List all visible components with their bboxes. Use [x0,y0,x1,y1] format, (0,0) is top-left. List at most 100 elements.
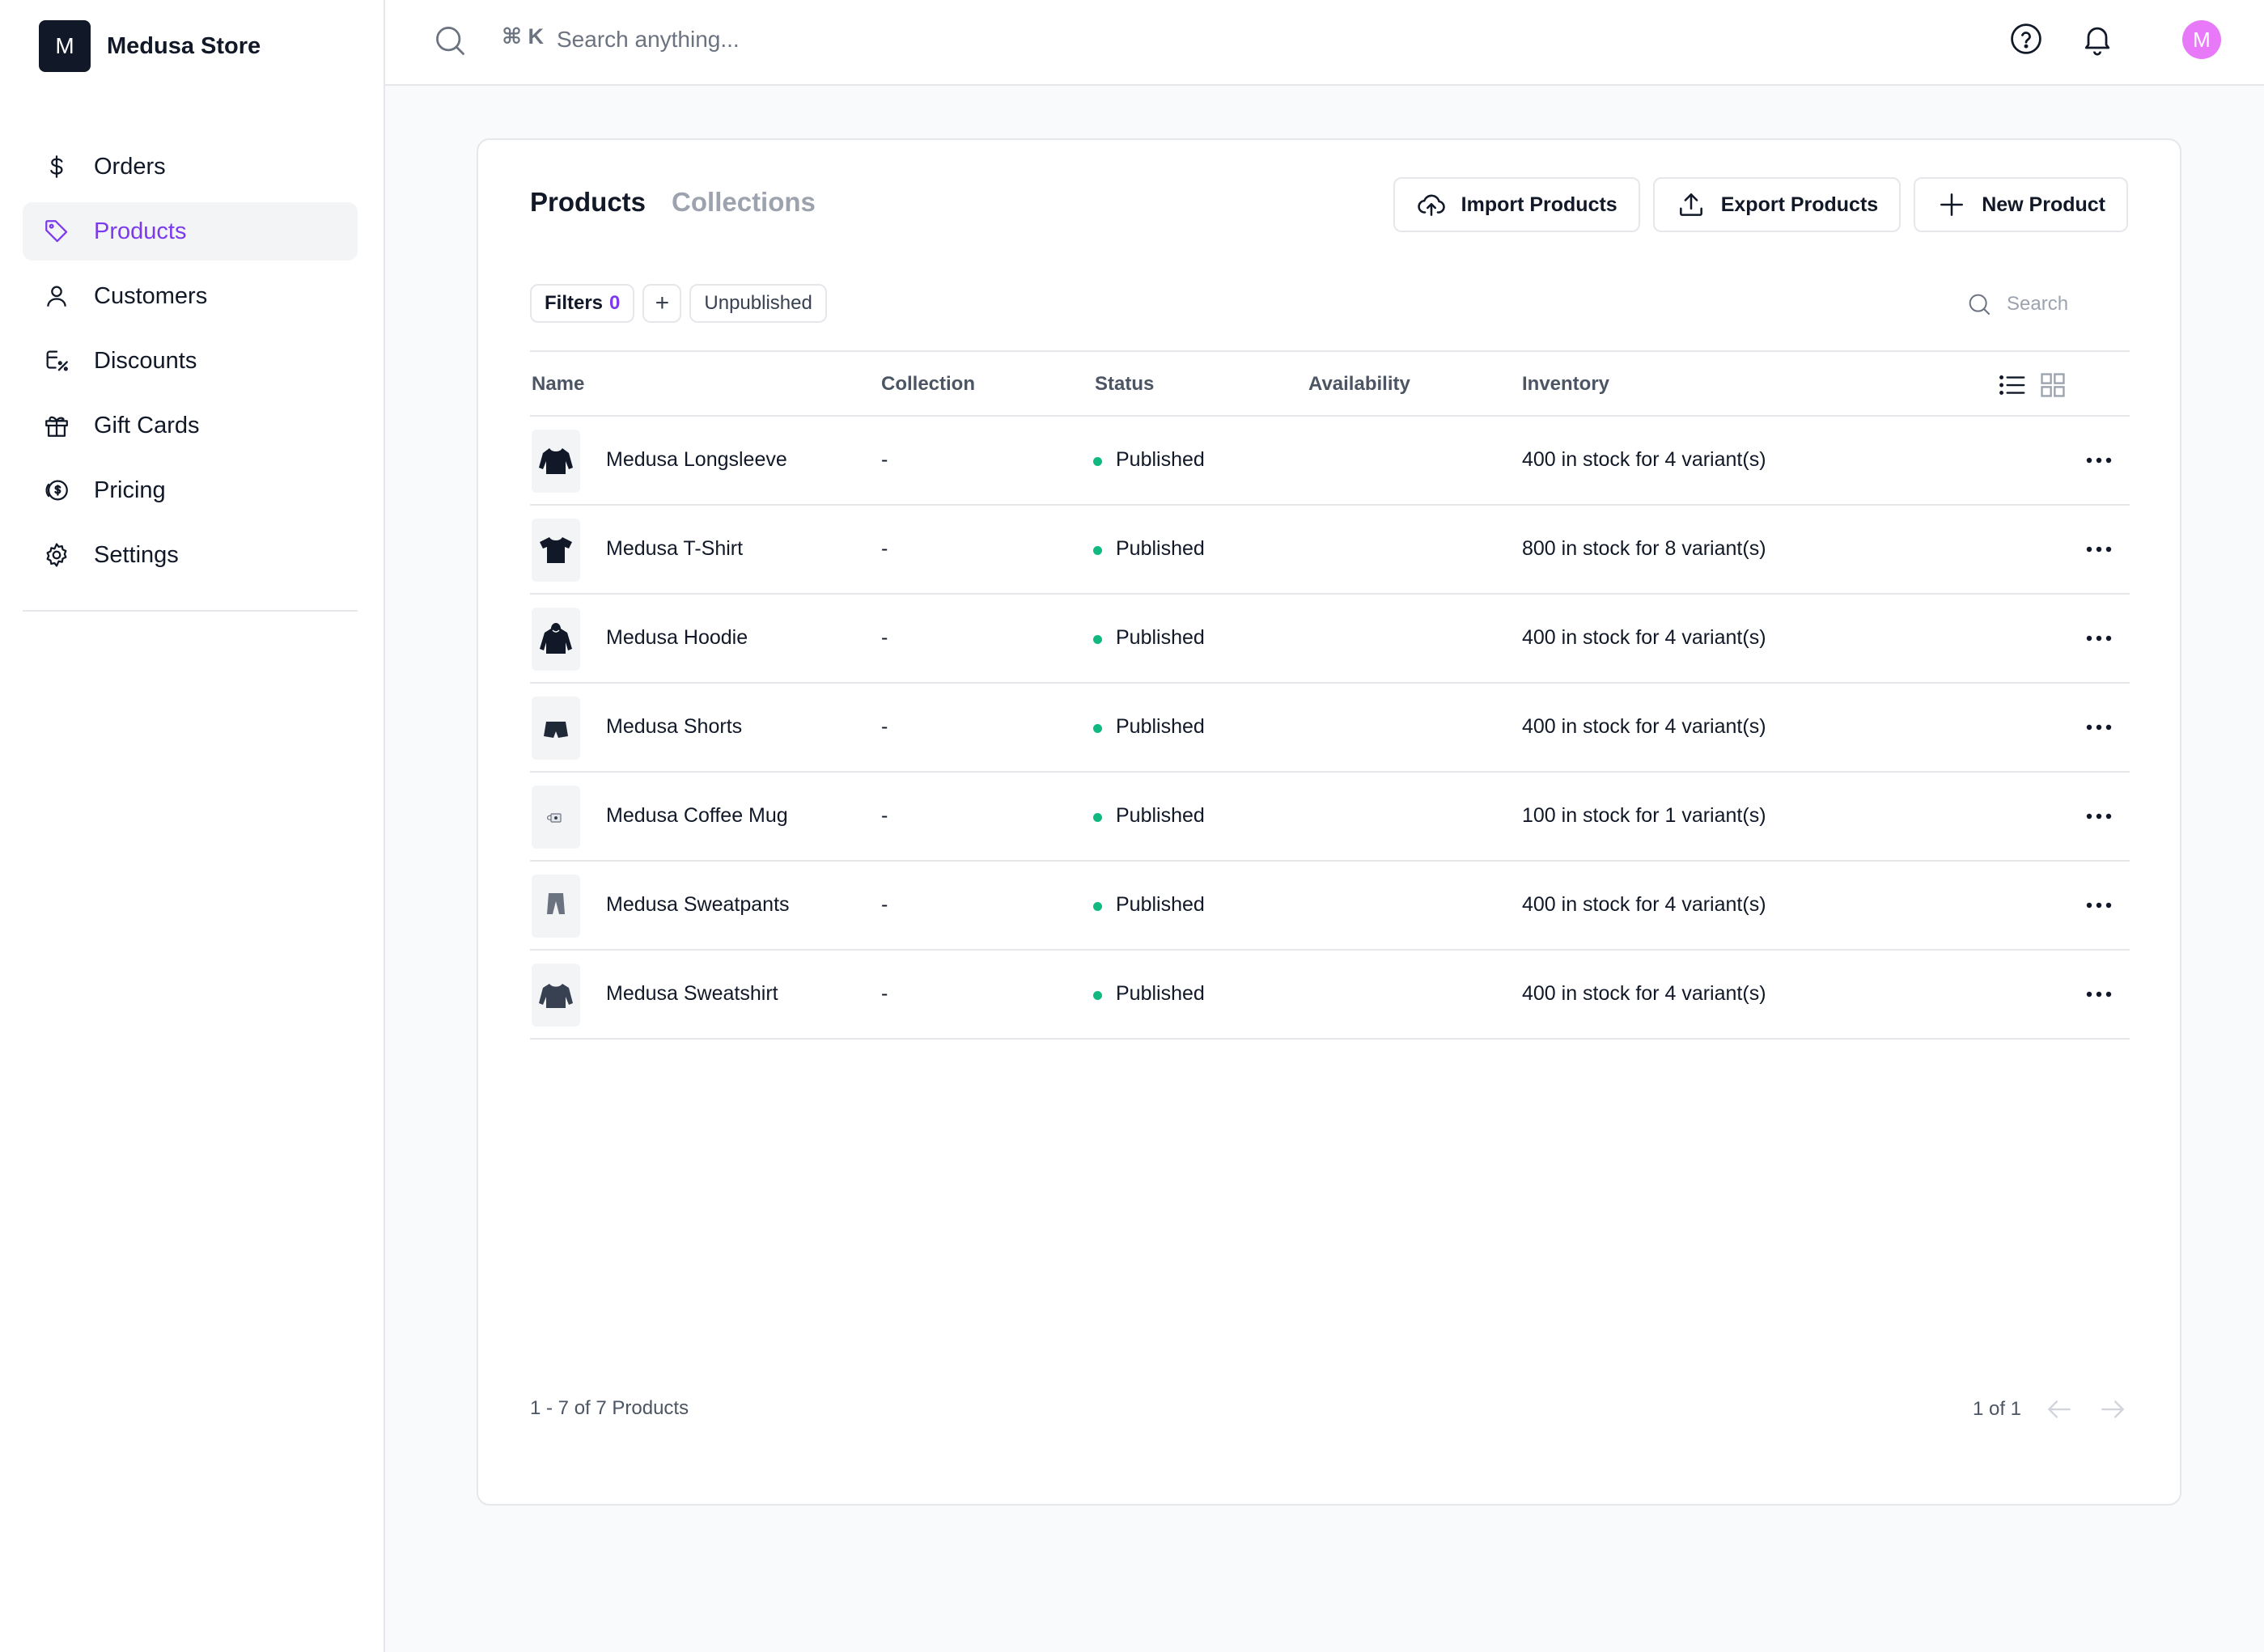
new-product-button[interactable]: New Product [1914,177,2128,232]
more-horizontal-icon [2086,724,2112,731]
export-products-label: Export Products [1720,193,1879,216]
sidebar-item-orders[interactable]: Orders [23,138,358,196]
product-status: Published [1116,893,1205,916]
sidebar-item-settings[interactable]: Settings [23,526,358,584]
product-collection: - [881,715,888,738]
row-actions-button[interactable] [2083,891,2115,920]
row-actions-button[interactable] [2083,713,2115,742]
sidebar-item-products[interactable]: Products [23,202,358,261]
table-row[interactable]: Medusa Coffee Mug - Published 100 in sto… [530,773,2130,862]
more-horizontal-icon [2086,813,2112,820]
store-brand[interactable]: M Medusa Store [39,20,261,72]
row-actions-button[interactable] [2083,446,2115,475]
table-row[interactable]: Medusa Hoodie - Published 400 in stock f… [530,595,2130,684]
arrow-left-icon[interactable] [2044,1394,2075,1425]
row-actions-button[interactable] [2083,535,2115,564]
column-header-availability: Availability [1308,373,1410,395]
filters-label: Filters [545,292,604,314]
dollar-icon [42,152,71,181]
product-status: Published [1116,626,1205,649]
sidebar-item-label: Pricing [94,477,166,503]
product-name: Medusa Shorts [606,715,743,738]
product-inventory: 400 in stock for 4 variant(s) [1522,715,1766,738]
longsleeve-icon [539,448,573,474]
page-indicator: 1 of 1 [1972,1398,2021,1420]
search-icon [1969,294,1990,315]
product-name: Medusa Coffee Mug [606,804,788,827]
status-dot [1093,991,1102,1000]
keyboard-shortcut-hint: ⌘ K [502,24,545,49]
help-icon[interactable] [2008,21,2044,57]
filters-button[interactable]: Filters 0 [530,284,635,323]
product-inventory: 800 in stock for 8 variant(s) [1522,537,1766,560]
sidebar-item-discounts[interactable]: Discounts [23,332,358,390]
sidebar-item-customers[interactable]: Customers [23,267,358,325]
tab-collections[interactable]: Collections [672,187,816,218]
status-dot [1093,546,1102,555]
product-inventory: 400 in stock for 4 variant(s) [1522,448,1766,471]
products-card: Products Collections Import Products Exp… [477,138,2181,1506]
sidebar-item-pricing[interactable]: Pricing [23,461,358,519]
gift-icon [42,411,71,440]
user-avatar[interactable]: M [2182,20,2221,59]
status-dot [1093,724,1102,733]
action-buttons: Import Products Export Products New Prod… [1393,177,2128,232]
sidebar-item-label: Customers [94,282,208,309]
sidebar: M Medusa Store Orders Products Customers [0,0,385,1652]
product-name: Medusa Hoodie [606,626,748,649]
hoodie-icon [540,623,572,654]
store-logo: M [39,20,91,72]
plus-icon [1940,193,1964,216]
import-products-button[interactable]: Import Products [1393,177,1640,232]
table-row[interactable]: Medusa Longsleeve - Published 400 in sto… [530,417,2130,506]
products-table: Name Collection Status Availability Inve… [530,350,2130,1040]
export-products-button[interactable]: Export Products [1652,177,1902,232]
table-row[interactable]: Medusa T-Shirt - Published 800 in stock … [530,506,2130,595]
more-horizontal-icon [2086,902,2112,909]
search-icon [436,27,464,55]
tab-products[interactable]: Products [530,187,646,218]
new-product-label: New Product [1982,193,2105,216]
sidebar-item-label: Gift Cards [94,412,200,438]
product-status: Published [1116,804,1205,827]
table-row[interactable]: Medusa Sweatpants - Published 400 in sto… [530,862,2130,951]
product-thumbnail [532,519,580,582]
more-horizontal-icon [2086,546,2112,553]
row-actions-button[interactable] [2083,980,2115,1009]
product-inventory: 400 in stock for 4 variant(s) [1522,982,1766,1005]
more-horizontal-icon [2086,457,2112,464]
sidebar-item-gift-cards[interactable]: Gift Cards [23,396,358,455]
product-collection: - [881,448,888,471]
column-header-name: Name [532,373,585,395]
store-name: Medusa Store [107,32,261,59]
table-row[interactable]: Medusa Shorts - Published 400 in stock f… [530,684,2130,773]
table-header: Name Collection Status Availability Inve… [530,350,2130,417]
product-inventory: 400 in stock for 4 variant(s) [1522,893,1766,916]
product-status: Published [1116,448,1205,471]
sidebar-item-label: Products [94,218,187,244]
list-view-icon[interactable] [1997,370,2028,400]
more-horizontal-icon [2086,991,2112,998]
bell-icon[interactable] [2080,21,2115,57]
unpublished-filter-tag[interactable]: Unpublished [689,284,827,323]
product-search-input[interactable] [2007,293,2120,316]
product-name: Medusa T-Shirt [606,537,744,560]
sweatshirt-icon [539,984,573,1008]
tag-icon [42,217,71,246]
grid-view-icon[interactable] [2037,370,2068,400]
arrow-right-icon[interactable] [2097,1394,2128,1425]
status-dot [1093,813,1102,822]
product-collection: - [881,893,888,916]
product-inventory: 400 in stock for 4 variant(s) [1522,626,1766,649]
gear-icon [42,540,71,570]
add-filter-button[interactable]: + [642,284,682,323]
table-row[interactable]: Medusa Sweatshirt - Published 400 in sto… [530,951,2130,1040]
mug-icon [547,813,562,823]
global-search-input[interactable] [557,19,1285,60]
status-dot [1093,902,1102,911]
row-actions-button[interactable] [2083,802,2115,831]
product-collection: - [881,982,888,1005]
column-header-collection: Collection [881,373,976,395]
row-actions-button[interactable] [2083,624,2115,653]
column-header-status: Status [1095,373,1155,395]
